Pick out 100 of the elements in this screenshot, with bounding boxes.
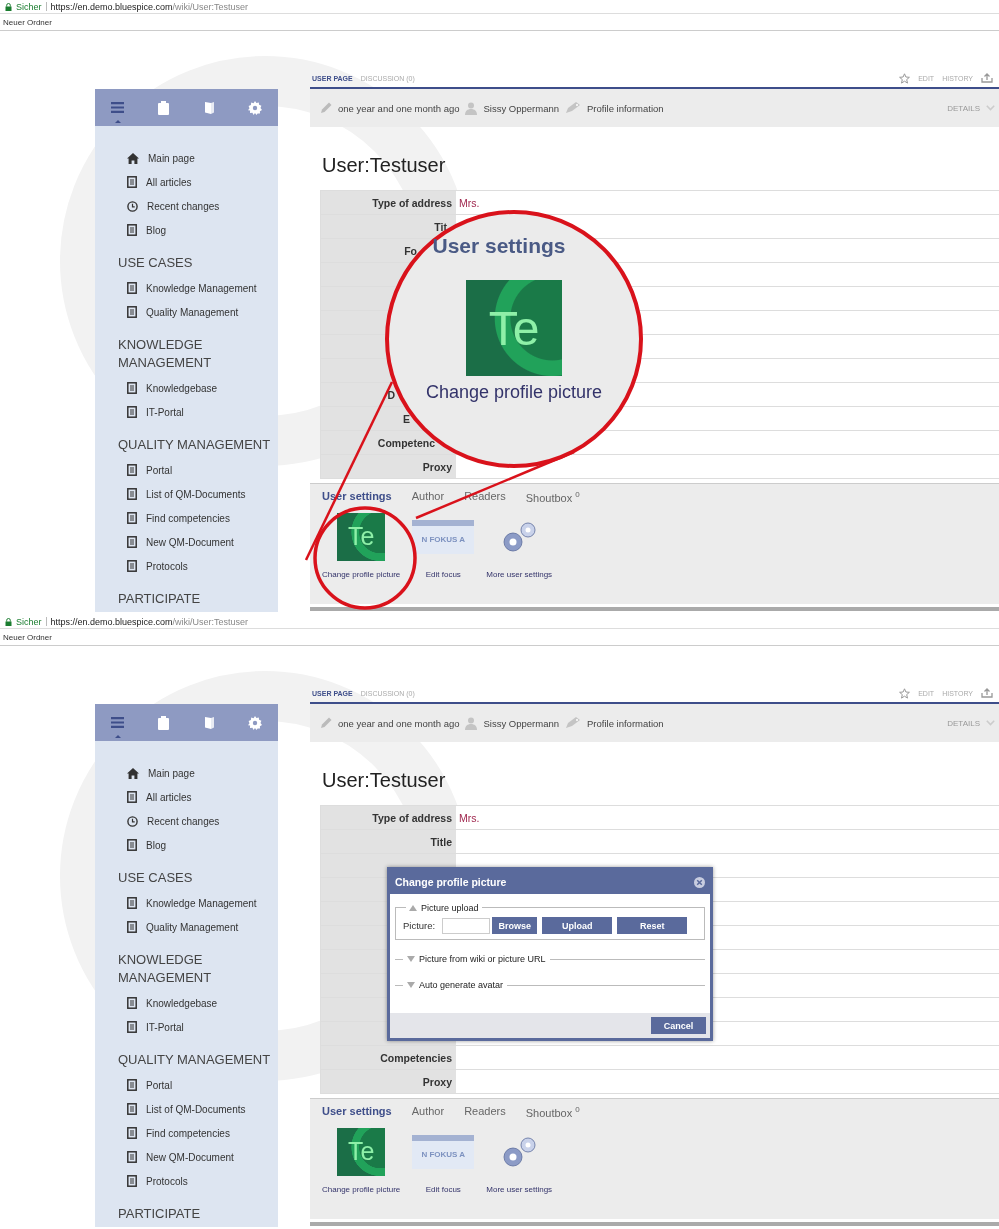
- user-panel-tab[interactable]: Author: [411, 490, 445, 504]
- menu-icon: [111, 717, 125, 728]
- section-title[interactable]: Picture upload: [421, 903, 479, 913]
- connection-status: Sicher: [16, 616, 42, 627]
- chevron-down-icon: [986, 720, 995, 726]
- document-icon: [127, 406, 137, 418]
- sidebar-item[interactable]: Find competencies: [95, 506, 278, 530]
- sidebar-item[interactable]: Knowledge Management: [95, 891, 278, 915]
- sidebar-heading: USE CASES: [117, 254, 194, 272]
- sidebar-heading: PARTICIPATE: [117, 1205, 202, 1223]
- share-icon: [981, 688, 993, 698]
- tag-icon: [565, 717, 581, 729]
- focus-thumbnail: N FOKUS A: [412, 1134, 475, 1169]
- sidebar-item[interactable]: Protocols: [95, 554, 278, 578]
- author-link[interactable]: Sissy Oppermann: [483, 102, 559, 114]
- sidebar-item[interactable]: Blog: [95, 218, 278, 242]
- focus-thumbnail: N FOKUS A: [412, 519, 475, 554]
- user-panel-tab[interactable]: Readers: [464, 1105, 506, 1119]
- field-label: Picture:: [403, 920, 436, 931]
- clock-icon: [127, 200, 138, 212]
- avatar-picture: Te: [337, 1127, 386, 1176]
- sidebar-item[interactable]: Quality Management: [95, 915, 278, 939]
- sidebar-item[interactable]: Knowledgebase: [95, 376, 278, 400]
- bookmark-folder[interactable]: Neuer Ordner: [3, 17, 52, 27]
- sidebar-item[interactable]: Main page: [95, 146, 278, 170]
- document-icon: [127, 382, 137, 394]
- document-icon: [127, 897, 137, 909]
- document-icon: [127, 1079, 137, 1091]
- dialog-button[interactable]: Reset: [617, 917, 688, 934]
- sidebar-item[interactable]: Portal: [95, 1073, 278, 1097]
- sidebar-item[interactable]: New QM-Document: [95, 530, 278, 554]
- user-tool[interactable]: N FOKUS A Edit focus: [412, 1127, 475, 1194]
- sidebar-item[interactable]: Quality Management: [95, 300, 278, 324]
- user-tool[interactable]: Te Change profile picture: [322, 512, 401, 579]
- home-icon: [127, 767, 139, 779]
- user-panel-tab[interactable]: Shoutbox $^{0}$: [525, 490, 580, 504]
- document-icon: [127, 176, 137, 188]
- avatar-picture: Te: [337, 512, 386, 561]
- expand-arrow-icon[interactable]: [407, 982, 415, 988]
- page-title: User:Testuser: [322, 153, 447, 177]
- sidebar-heading: USE CASES: [117, 869, 194, 887]
- section-title[interactable]: Auto generate avatar: [419, 980, 504, 990]
- sidebar-item[interactable]: IT-Portal: [95, 1015, 278, 1039]
- sidebar-item[interactable]: List of QM-Documents: [95, 1097, 278, 1121]
- clipboard-icon: [158, 715, 170, 730]
- close-icon[interactable]: [694, 876, 705, 888]
- collapse-arrow-icon[interactable]: [409, 905, 417, 911]
- sidebar-item[interactable]: Recent changes: [95, 194, 278, 218]
- category-link[interactable]: Profile information: [587, 717, 664, 729]
- user-panel-tab[interactable]: Author: [411, 1105, 445, 1119]
- document-icon: [127, 997, 137, 1009]
- sidebar-item[interactable]: List of QM-Documents: [95, 482, 278, 506]
- table-cell: Proxy: [321, 454, 456, 478]
- dialog-button[interactable]: Upload: [542, 917, 613, 934]
- author-link[interactable]: Sissy Oppermann: [483, 717, 559, 729]
- sidebar-item[interactable]: Knowledge Management: [95, 276, 278, 300]
- section-title[interactable]: Picture from wiki or picture URL: [419, 954, 546, 964]
- user-tool[interactable]: N FOKUS A Edit focus: [412, 512, 475, 579]
- cancel-button[interactable]: Cancel: [651, 1017, 706, 1034]
- star-icon: [899, 687, 911, 699]
- expand-arrow-icon[interactable]: [407, 956, 415, 962]
- settings-icon: [248, 100, 263, 115]
- file-field[interactable]: [442, 917, 491, 934]
- settings-icon: [248, 715, 263, 730]
- document-icon: [127, 1021, 137, 1033]
- user-panel-tab[interactable]: User settings: [322, 1105, 392, 1119]
- document-icon: [127, 791, 137, 803]
- sidebar-heading: PARTICIPATE: [117, 590, 202, 608]
- star-icon: [899, 72, 911, 84]
- table-cell: Competencies: [321, 1045, 456, 1069]
- sidebar-item[interactable]: Protocols: [95, 1169, 278, 1193]
- sidebar-item[interactable]: Knowledgebase: [95, 991, 278, 1015]
- document-icon: [127, 1151, 137, 1163]
- sidebar-item[interactable]: Main page: [95, 761, 278, 785]
- sidebar-item[interactable]: IT-Portal: [95, 400, 278, 424]
- book-icon: [203, 101, 215, 114]
- clipboard-icon: [158, 100, 170, 115]
- sidebar-item[interactable]: New QM-Document: [95, 1145, 278, 1169]
- sidebar-item[interactable]: Find competencies: [95, 1121, 278, 1145]
- user-panel-tab[interactable]: Shoutbox $^{0}$: [525, 1105, 580, 1119]
- document-icon: [127, 839, 137, 851]
- document-icon: [127, 224, 137, 236]
- modified-date: one year and one month ago: [338, 102, 460, 114]
- dialog-button[interactable]: Browse: [492, 917, 538, 934]
- document-icon: [127, 1103, 137, 1115]
- table-cell: Tit: [321, 214, 456, 238]
- url-field[interactable]: https://en.demo.bluespice.com/wiki/User:Testuser: [50, 1, 249, 12]
- avatar-picture: Te: [466, 280, 562, 376]
- url-field[interactable]: https://en.demo.bluespice.com/wiki/User:Testuser: [50, 616, 249, 627]
- user-tool[interactable]: More user settings: [486, 512, 553, 579]
- sidebar-item[interactable]: All articles: [95, 785, 278, 809]
- sidebar-item[interactable]: Portal: [95, 458, 278, 482]
- lock-icon: [5, 2, 12, 11]
- sidebar-item[interactable]: Blog: [95, 833, 278, 857]
- sidebar-item[interactable]: All articles: [95, 170, 278, 194]
- category-link[interactable]: Profile information: [587, 102, 664, 114]
- user-tool[interactable]: More user settings: [486, 1127, 553, 1194]
- bookmark-folder[interactable]: Neuer Ordner: [3, 632, 52, 642]
- user-tool[interactable]: Te Change profile picture: [322, 1127, 401, 1194]
- sidebar-item[interactable]: Recent changes: [95, 809, 278, 833]
